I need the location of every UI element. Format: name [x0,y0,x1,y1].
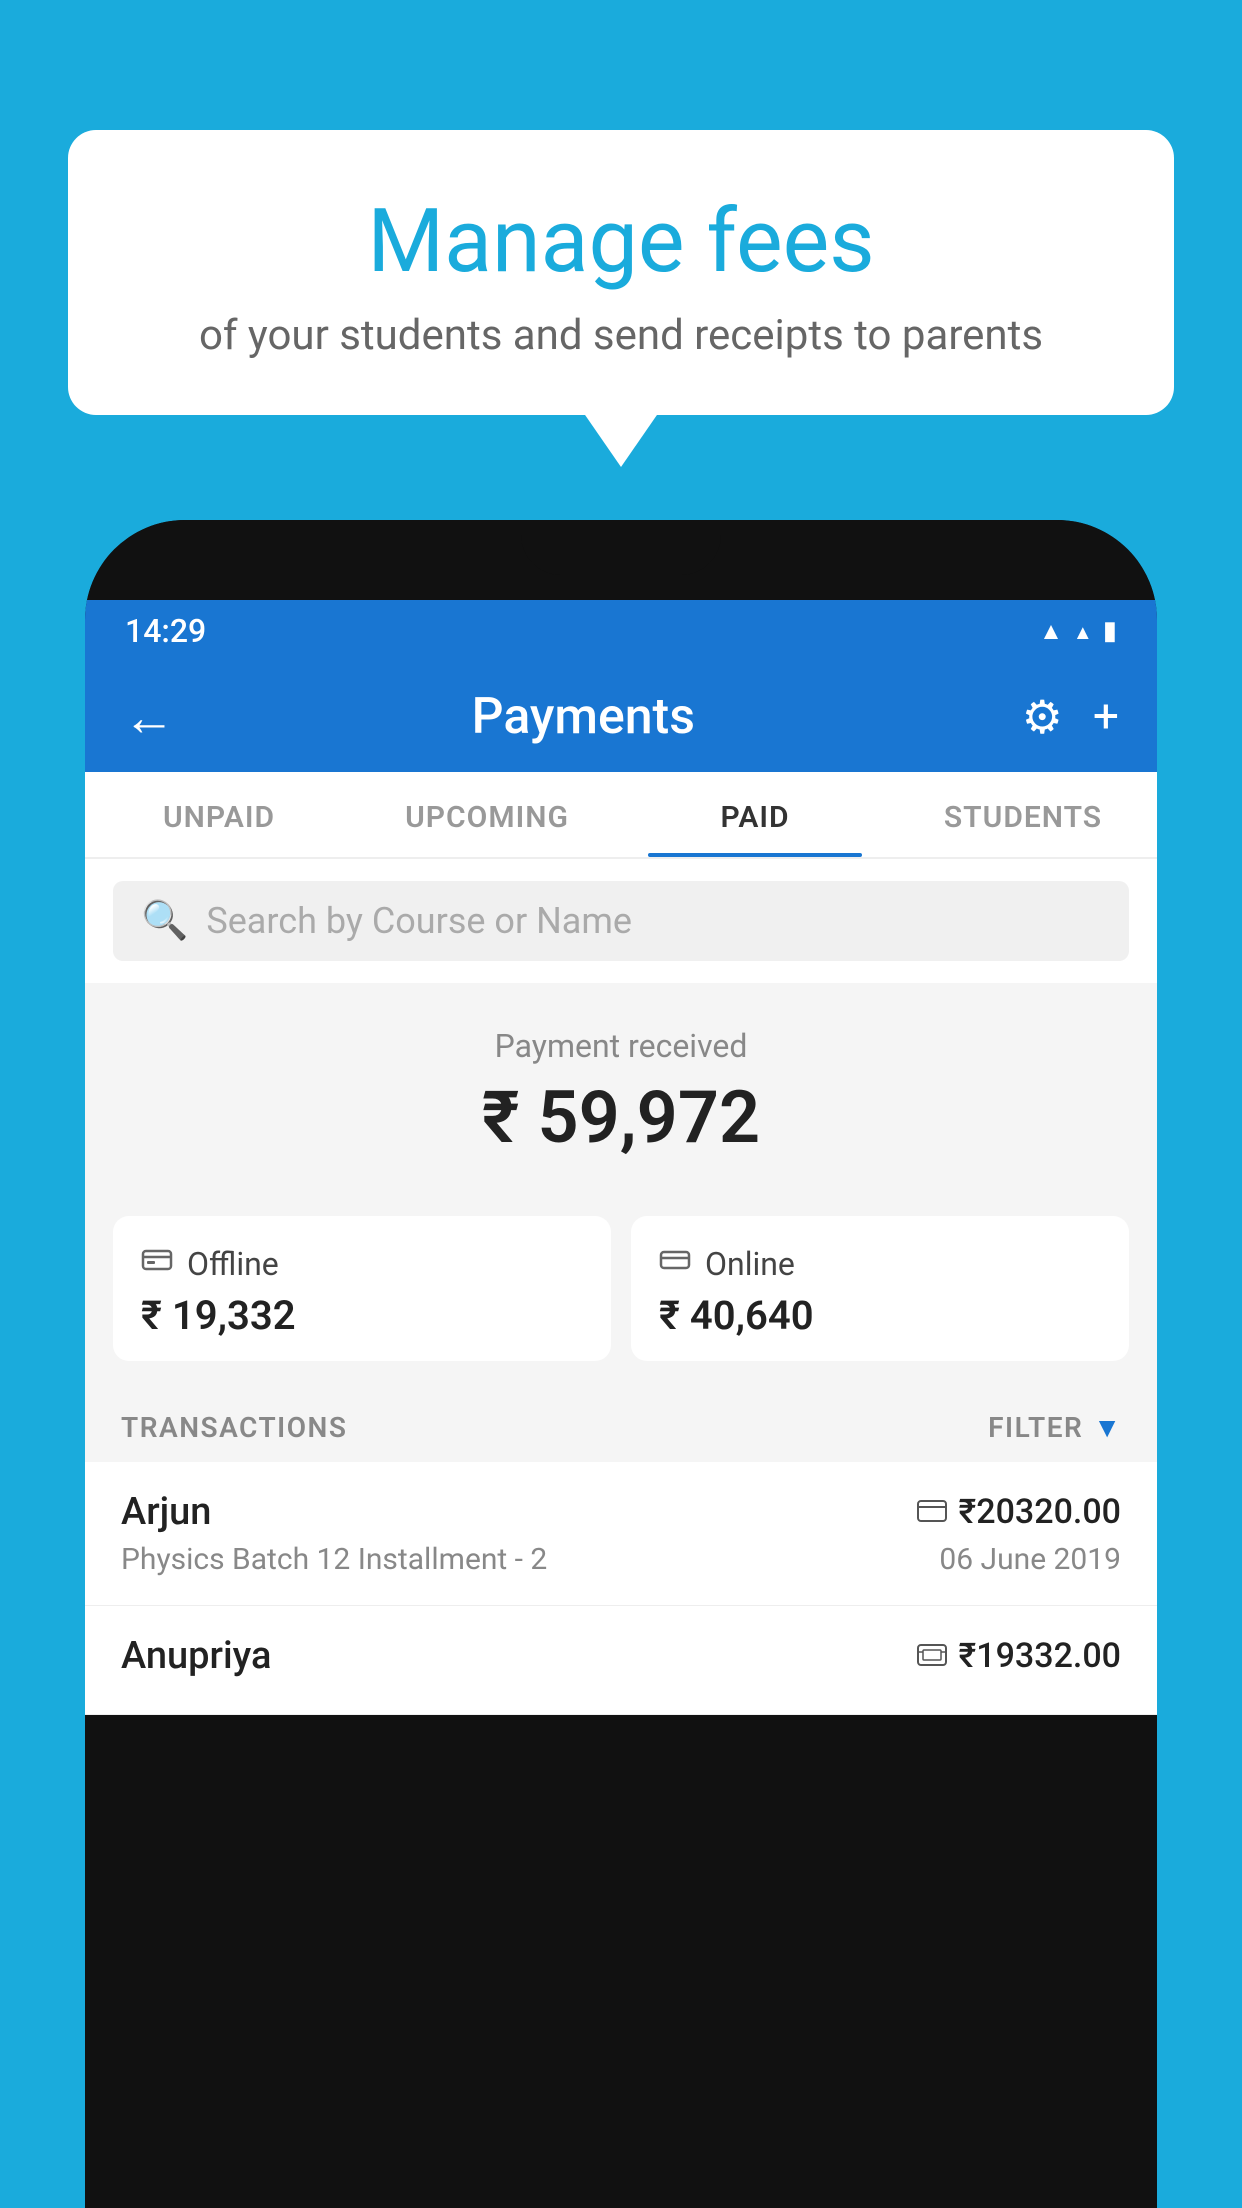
screen-content: 🔍 Search by Course or Name Payment recei… [85,859,1157,1715]
filter-label: FILTER [988,1411,1083,1444]
app-header: ← Payments ⚙ + [85,662,1157,772]
online-card-header: Online [659,1244,1101,1284]
payment-label: Payment received [113,1027,1129,1065]
speech-bubble-title: Manage fees [128,190,1114,293]
payment-cards: Offline ₹ 19,332 Online ₹ 40,640 [85,1216,1157,1389]
tab-students[interactable]: STUDENTS [889,772,1157,857]
speech-bubble: Manage fees of your students and send re… [68,130,1174,415]
settings-icon[interactable]: ⚙ [1022,690,1063,745]
transaction-name: Arjun [121,1490,211,1534]
status-icons [1039,616,1117,646]
tabs-container: UNPAID UPCOMING PAID STUDENTS [85,772,1157,859]
add-icon[interactable]: + [1093,690,1119,744]
signal-icon [1073,616,1093,646]
header-title: Payments [145,688,1022,746]
status-time: 14:29 [125,612,206,650]
offline-label: Offline [187,1245,279,1283]
search-bar: 🔍 Search by Course or Name [85,859,1157,983]
transaction-amount: ₹20320.00 [959,1492,1121,1532]
battery-icon [1103,616,1117,646]
payment-summary: Payment received ₹ 59,972 [85,983,1157,1216]
phone-notch-area [85,520,1157,600]
transactions-label: TRANSACTIONS [121,1411,347,1444]
tab-upcoming[interactable]: UPCOMING [353,772,621,857]
online-amount: ₹ 40,640 [659,1292,1101,1339]
offline-icon [141,1244,173,1284]
table-row[interactable]: Arjun ₹20320.00 Physics Batch 12 Install… [85,1462,1157,1606]
search-icon: 🔍 [141,899,188,943]
online-icon [659,1244,691,1284]
status-bar: 14:29 [85,600,1157,662]
transaction-name: Anupriya [121,1634,271,1678]
transaction-row-top-anupriya: Anupriya ₹19332.00 [121,1634,1121,1678]
tab-paid[interactable]: PAID [621,772,889,857]
transaction-amount-wrapper: ₹20320.00 [917,1492,1121,1532]
transaction-row-bottom-arjun: Physics Batch 12 Installment - 2 06 June… [121,1542,1121,1577]
phone-notch [521,520,721,575]
transaction-desc: Physics Batch 12 Installment - 2 [121,1542,547,1577]
transaction-amount-wrapper: ₹19332.00 [917,1636,1121,1676]
transaction-amount: ₹19332.00 [959,1636,1121,1676]
table-row[interactable]: Anupriya ₹19332.00 [85,1606,1157,1715]
offline-card-header: Offline [141,1244,583,1284]
card-icon [917,1496,947,1529]
online-payment-card: Online ₹ 40,640 [631,1216,1129,1361]
transaction-row-top-arjun: Arjun ₹20320.00 [121,1490,1121,1534]
search-input-wrapper[interactable]: 🔍 Search by Course or Name [113,881,1129,961]
payment-amount: ₹ 59,972 [113,1075,1129,1160]
phone-frame: 14:29 ← Payments ⚙ + UNPAID UPCOMING PAI… [85,520,1157,2208]
filter-icon: ▼ [1093,1411,1121,1444]
offline-payment-card: Offline ₹ 19,332 [113,1216,611,1361]
wifi-icon [1039,616,1063,646]
speech-bubble-subtitle: of your students and send receipts to pa… [128,311,1114,360]
filter-button[interactable]: FILTER ▼ [988,1411,1121,1444]
transaction-list: Arjun ₹20320.00 Physics Batch 12 Install… [85,1462,1157,1715]
tab-unpaid[interactable]: UNPAID [85,772,353,857]
speech-bubble-container: Manage fees of your students and send re… [68,130,1174,415]
offline-amount: ₹ 19,332 [141,1292,583,1339]
online-label: Online [705,1245,795,1283]
transaction-date: 06 June 2019 [939,1542,1121,1577]
transactions-header: TRANSACTIONS FILTER ▼ [85,1389,1157,1462]
search-placeholder: Search by Course or Name [206,900,632,942]
cash-icon [917,1640,947,1673]
header-actions: ⚙ + [1022,690,1119,745]
